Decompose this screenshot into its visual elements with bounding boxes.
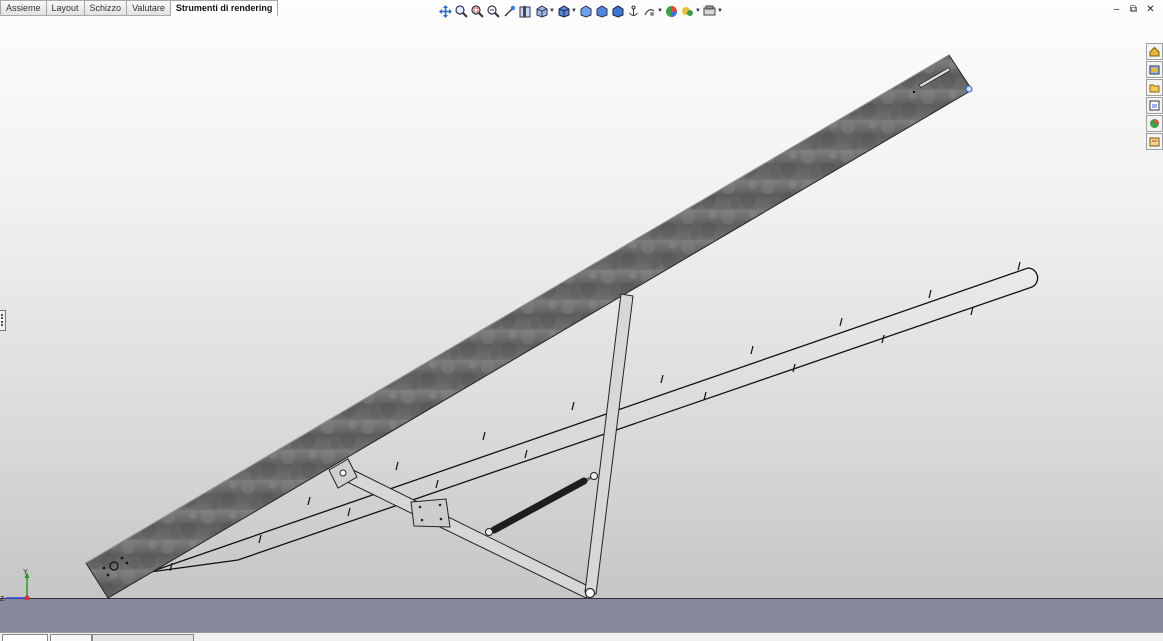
folder-icon[interactable] bbox=[1146, 79, 1163, 96]
hide-show-icon[interactable] bbox=[577, 3, 593, 19]
mid-plate[interactable] bbox=[410, 498, 451, 528]
display-style-icon[interactable] bbox=[555, 3, 571, 19]
cube-shaded-icon[interactable] bbox=[609, 3, 625, 19]
zoom-to-fit-icon[interactable] bbox=[453, 3, 469, 19]
cube-icon[interactable] bbox=[593, 3, 609, 19]
minimize-button[interactable]: – bbox=[1110, 4, 1123, 16]
main-beam[interactable] bbox=[85, 54, 973, 599]
command-manager-tabs: Assieme Layout Schizzo Valutare Strument… bbox=[0, 0, 279, 17]
section-view-icon[interactable] bbox=[517, 3, 533, 19]
graphics-area[interactable] bbox=[0, 0, 1163, 640]
apply-scene-icon[interactable] bbox=[679, 3, 695, 19]
home-icon[interactable] bbox=[1146, 43, 1163, 60]
floor-plane bbox=[0, 598, 1163, 633]
link-arm[interactable] bbox=[336, 464, 593, 599]
chevron-down-icon[interactable]: ▼ bbox=[717, 8, 723, 14]
panel-collapse-handle[interactable] bbox=[0, 310, 6, 331]
tab-assieme[interactable]: Assieme bbox=[0, 0, 46, 16]
tab-valutare[interactable]: Valutare bbox=[126, 0, 170, 16]
tab-layout[interactable]: Layout bbox=[45, 0, 84, 16]
view-orientation-icon[interactable] bbox=[533, 3, 549, 19]
zoom-in-out-icon[interactable] bbox=[485, 3, 501, 19]
triad-y-label: Y bbox=[23, 569, 28, 576]
endpoint-handle[interactable] bbox=[965, 85, 973, 93]
view-toolbar: ▼ ▼ ▼ ▼ ▼ bbox=[437, 3, 723, 19]
view-settings-icon[interactable] bbox=[701, 3, 717, 19]
triad-z-label: Z bbox=[0, 596, 5, 603]
close-button[interactable]: ✕ bbox=[1144, 4, 1157, 16]
support-strut[interactable] bbox=[584, 293, 634, 595]
restore-button[interactable]: ⧉ bbox=[1127, 4, 1140, 16]
reference-triad: Y Z bbox=[0, 568, 36, 606]
zoom-to-area-icon[interactable] bbox=[469, 3, 485, 19]
tab-strumenti-di-rendering[interactable]: Strumenti di rendering bbox=[169, 0, 279, 17]
actuator[interactable] bbox=[485, 472, 598, 536]
design-library-icon[interactable] bbox=[1146, 61, 1163, 78]
move-icon[interactable] bbox=[437, 3, 453, 19]
task-pane bbox=[1146, 43, 1163, 150]
view-palette-icon[interactable] bbox=[1146, 97, 1163, 114]
anchor-icon[interactable] bbox=[625, 3, 641, 19]
model-view[interactable] bbox=[0, 0, 1163, 640]
light-icon[interactable] bbox=[641, 3, 657, 19]
appearances-icon[interactable] bbox=[1146, 115, 1163, 132]
edit-appearance-icon[interactable] bbox=[663, 3, 679, 19]
window-controls: – ⧉ ✕ bbox=[1110, 4, 1157, 16]
base-pivot[interactable] bbox=[584, 587, 596, 599]
custom-properties-icon[interactable] bbox=[1146, 133, 1163, 150]
rotate-icon[interactable] bbox=[501, 3, 517, 19]
tab-schizzo[interactable]: Schizzo bbox=[83, 0, 127, 16]
